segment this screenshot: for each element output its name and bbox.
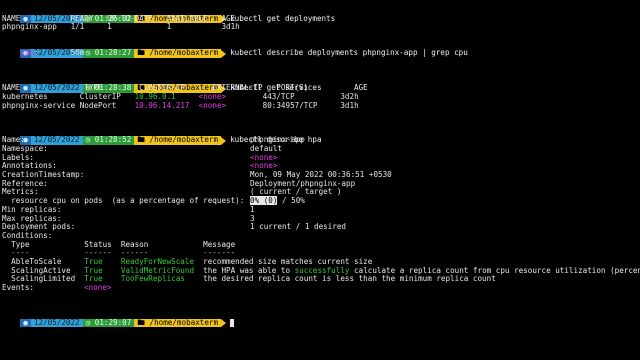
folder-icon: 🖿 <box>137 48 145 58</box>
hpa-namespace: Namespace: default <box>2 144 283 153</box>
deployments-row: phpnginx-app 1/1 1 1 3d1h <box>2 22 240 32</box>
selected-text: 0% (0) <box>250 196 278 206</box>
prompt-path: 🖿 /home/mobaxterm <box>134 317 222 328</box>
hpa-deployment-pods: Deployment pods: 1 current / 1 desired <box>2 222 347 232</box>
services-row: phpnginx-service NodePort 10.96.14.217 <… <box>2 100 359 110</box>
hpa-labels: Labels: <none> <box>2 152 278 162</box>
prompt-line: ● 12/05/2022 ◷ 01:28:52 🖿 /home/mobaxterm k… <box>2 128 640 146</box>
hpa-min: Min replicas: 1 <box>2 204 255 214</box>
hpa-events: Events: <none> <box>2 283 112 292</box>
command-text: kubectl describe deployments phpnginx-ap… <box>230 48 468 58</box>
terminal-window[interactable]: ● 12/05/2022 ◷ 01:26:02 🖿 /home/mobaxterm k… <box>0 0 640 360</box>
prompt-path: 🖿 /home/mobaxterm <box>134 48 222 59</box>
cpu-label: cpu <box>20 48 35 58</box>
prompt-line: ● 12/05/2022 ◷ 01:28:27 🖿 /home/mobaxterm k… <box>2 41 640 59</box>
prompt-time: ◷ 01:29:07 <box>82 317 135 328</box>
text-cursor[interactable] <box>230 318 235 327</box>
clock-icon: ◷ <box>85 48 91 58</box>
command-text: kubectl get deployments <box>230 13 336 23</box>
folder-icon: 🖿 <box>137 317 145 327</box>
prompt-date: 12/05/2022 <box>30 318 83 328</box>
user-icon: ● <box>20 318 31 328</box>
clock-icon: ◷ <box>85 317 91 327</box>
prompt-time: ◷ 01:28:27 <box>82 48 135 59</box>
prompt-line: ● 12/05/2022 ◷ 01:29:07 🖿 /home/mobaxterm <box>2 310 640 328</box>
hpa-resource: resource cpu on pods (as a percentage of… <box>2 196 305 206</box>
cpu-value: 50m <box>70 48 85 58</box>
